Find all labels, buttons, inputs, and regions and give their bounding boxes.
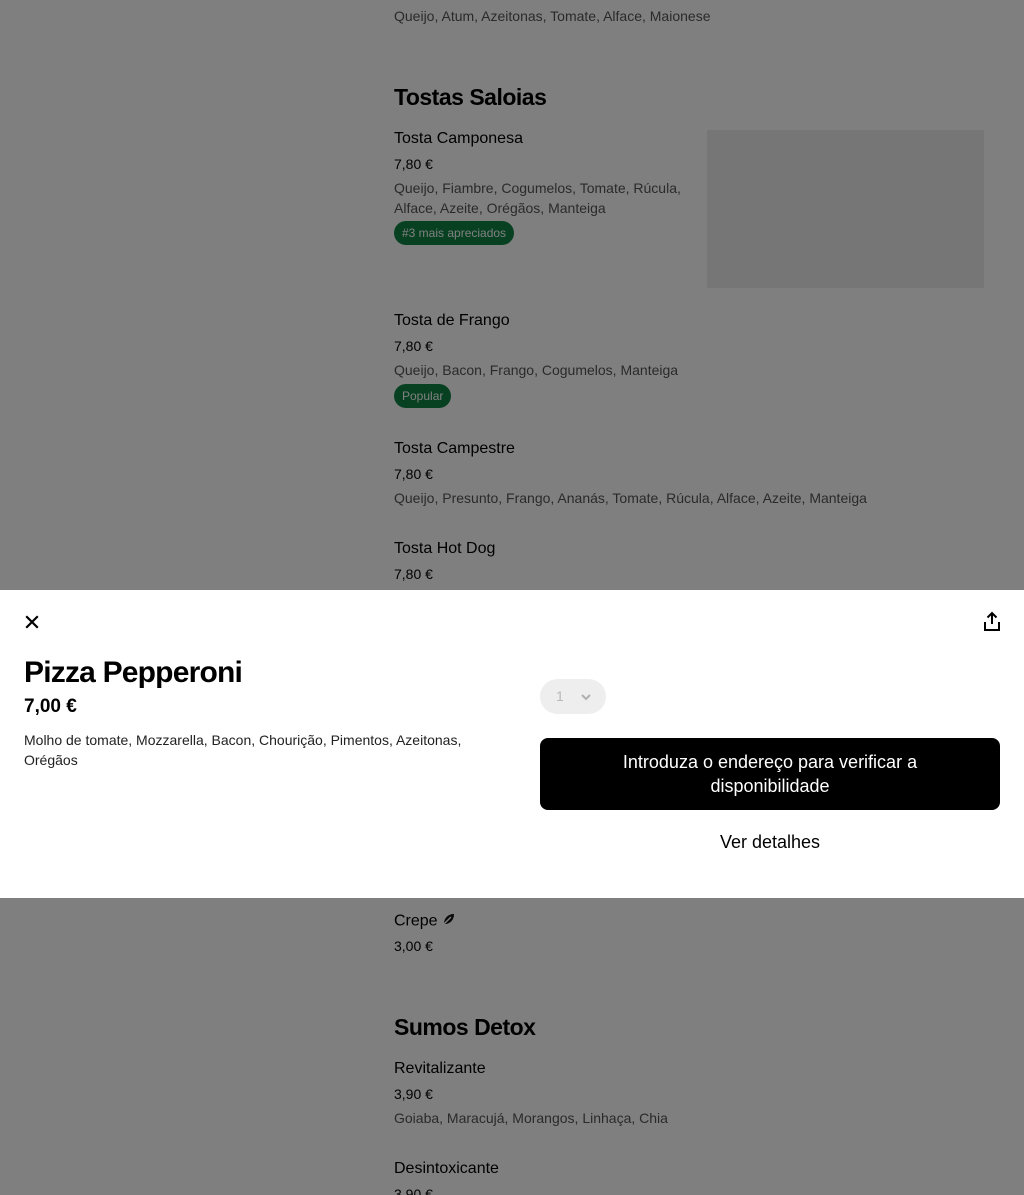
item-description-line: Molho de tomate, Mozzarella, Bacon, Chou… [24,732,462,748]
item-description: Molho de tomate, Mozzarella, Bacon, Chou… [24,730,494,770]
item-price: 7,00 € [24,696,77,717]
check-address-button[interactable]: Introduza o endereço para verificar a di… [540,738,1000,810]
item-description-line: Orégãos [24,752,78,768]
item-title: Pizza Pepperoni [24,656,243,689]
close-icon[interactable] [20,610,44,634]
view-details-link[interactable]: Ver detalhes [540,832,1000,853]
chevron-down-icon [580,690,592,706]
item-modal: Pizza Pepperoni 7,00 € Molho de tomate, … [0,590,1024,898]
share-icon[interactable] [980,610,1004,634]
quantity-value: 1 [556,688,564,704]
quantity-select[interactable]: 1 [540,679,606,714]
